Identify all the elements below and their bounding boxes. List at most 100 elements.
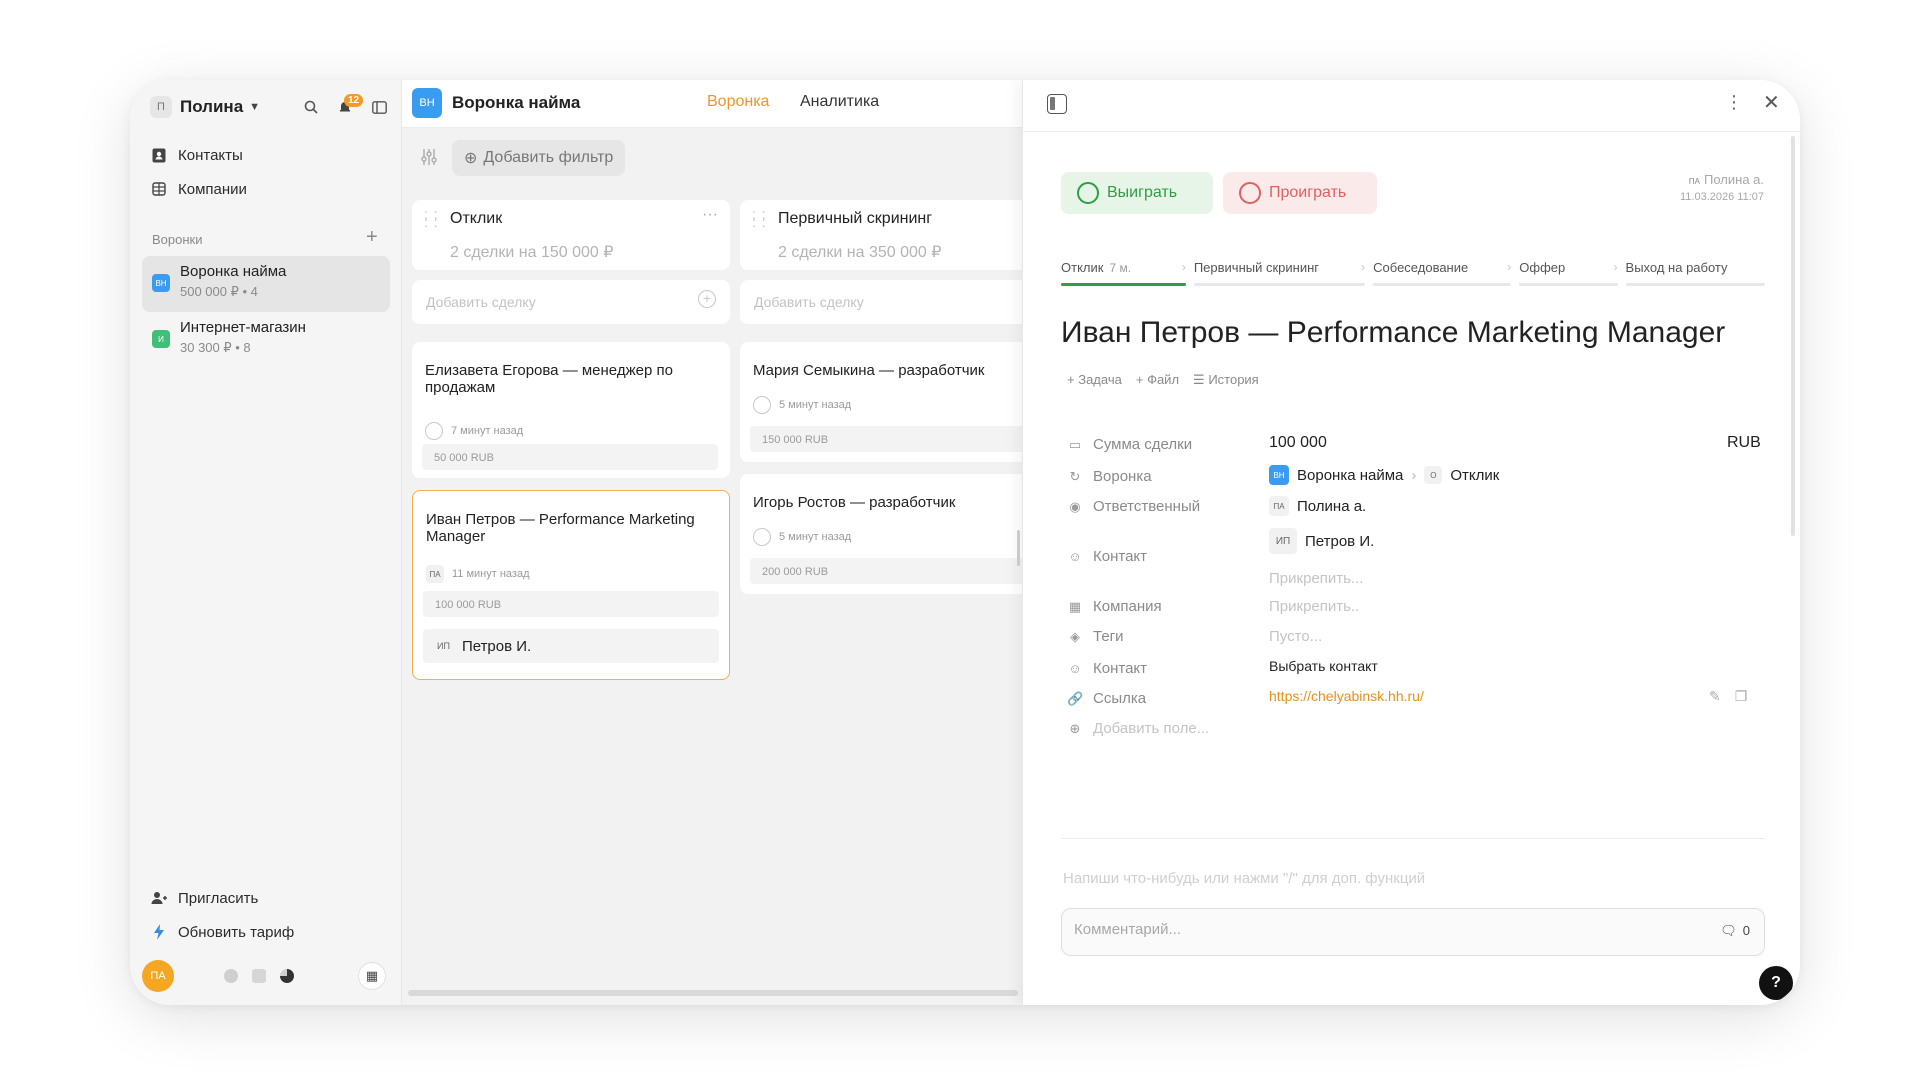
stage-response[interactable]: Отклик 7 м. › xyxy=(1061,256,1194,286)
sidebar-item-funnel-shop[interactable]: И Интернет-магазин 30 300 ₽ • 8 xyxy=(142,312,390,368)
drag-handle-icon[interactable]: : :: : xyxy=(752,207,767,229)
add-deal-button[interactable]: Добавить сделку xyxy=(740,280,1058,324)
close-icon[interactable]: ✕ xyxy=(1763,90,1780,115)
funnel-value[interactable]: ВН Воронка найма › О Отклик xyxy=(1269,465,1499,485)
deal-card[interactable]: Мария Семыкина — разработчик 5 минут наз… xyxy=(740,342,1058,462)
contact-initials: ИП xyxy=(437,641,450,651)
deal-card-contact[interactable]: ИП Петров И. xyxy=(423,629,719,663)
column-header: : :: : Отклик ··· 2 сделки на 150 000 ₽ xyxy=(412,200,730,270)
chevron-right-icon: › xyxy=(1613,260,1618,274)
history-button[interactable]: ☰ История xyxy=(1193,372,1259,388)
check-icon[interactable] xyxy=(224,969,238,983)
add-deal-button[interactable]: Добавить сделку + xyxy=(412,280,730,324)
help-button[interactable]: ? xyxy=(1759,966,1793,1000)
avatar[interactable]: ПА xyxy=(142,960,174,992)
funnel-name: Воронка найма xyxy=(1297,466,1404,484)
sidebar-item-contacts[interactable]: Контакты xyxy=(150,140,390,170)
stage-interview[interactable]: Собеседование › xyxy=(1373,256,1519,286)
upgrade-plan-link[interactable]: Обновить тариф xyxy=(150,920,294,944)
app-window: П Полина ▼ 12 Контакты Компании Воронки … xyxy=(130,80,1800,1005)
workspace-avatar: П xyxy=(150,96,172,118)
amount-value[interactable]: 100 000 xyxy=(1269,434,1327,452)
circle-icon xyxy=(1077,182,1099,204)
deal-card-time: 11 минут назад xyxy=(452,568,530,580)
attach-contact-link[interactable]: Прикрепить... xyxy=(1269,570,1363,587)
lose-label: Проиграть xyxy=(1269,184,1347,201)
board-title: Воронка найма xyxy=(452,93,581,112)
invite-link[interactable]: Пригласить xyxy=(150,886,258,910)
deal-card-selected[interactable]: Иван Петров — Performance Marketing Mana… xyxy=(412,490,730,680)
comments-icon: 🗨 xyxy=(1720,923,1737,938)
invite-label: Пригласить xyxy=(178,889,259,907)
tab-analytics[interactable]: Аналитика xyxy=(800,93,879,111)
chevron-right-icon: › xyxy=(1411,466,1417,484)
comment-box: 🗨 0 xyxy=(1061,908,1765,956)
field-label-text: Контакт xyxy=(1093,548,1148,565)
field-label-text: Ссылка xyxy=(1093,690,1147,707)
deal-card-time: 5 минут назад xyxy=(779,531,852,543)
bell-icon[interactable]: 12 xyxy=(334,94,364,118)
tags-value[interactable]: Пусто... xyxy=(1269,628,1322,645)
search-icon[interactable] xyxy=(300,96,322,118)
funnel-name: Интернет-магазин xyxy=(180,319,306,336)
sidebar-toggle-icon[interactable] xyxy=(368,96,390,118)
workspace-switcher[interactable]: П Полина ▼ 12 xyxy=(150,92,390,122)
deal-card-meta: 5 минут назад xyxy=(753,528,851,546)
stage-offer[interactable]: Оффер › xyxy=(1519,256,1625,286)
circle-icon xyxy=(1239,182,1261,204)
win-button[interactable]: Выиграть xyxy=(1061,172,1213,214)
field-contact-2: ☺ Контакт xyxy=(1067,660,1147,677)
deal-card[interactable]: Елизавета Егорова — менеджер по продажам… xyxy=(412,342,730,478)
notes-editor[interactable]: Напиши что-нибудь или нажми "/" для доп.… xyxy=(1063,870,1425,887)
detail-topbar: ⋮ ✕ xyxy=(1023,80,1800,132)
deal-card[interactable]: Игорь Ростов — разработчик 5 минут назад… xyxy=(740,474,1058,594)
funnel-badge: И xyxy=(152,330,170,348)
divider xyxy=(1061,838,1765,839)
panel-layout-icon[interactable] xyxy=(1047,94,1067,114)
copy-icon[interactable]: ❐ xyxy=(1735,688,1748,705)
document-icon[interactable] xyxy=(252,969,266,983)
field-label-text: Сумма сделки xyxy=(1093,436,1193,453)
field-label-text: Теги xyxy=(1093,628,1124,645)
pie-chart-icon[interactable] xyxy=(280,969,294,983)
contact-name: Петров И. xyxy=(1305,532,1375,550)
lose-button[interactable]: Проиграть xyxy=(1223,172,1377,214)
add-funnel-button[interactable]: + xyxy=(366,226,378,249)
link-icon: 🔗 xyxy=(1067,690,1084,706)
link-value[interactable]: https://chelyabinsk.hh.ru/ xyxy=(1269,688,1424,704)
owner-value[interactable]: ПА Полина а. xyxy=(1269,496,1366,516)
building-icon: ▦ xyxy=(1068,598,1082,614)
more-icon[interactable]: ··· xyxy=(702,206,718,224)
kanban-board: ВН Воронка найма Воронка Аналитика ⊕ Доб… xyxy=(402,80,1058,1005)
more-vertical-icon[interactable]: ⋮ xyxy=(1725,92,1743,113)
add-filter-button[interactable]: ⊕ Добавить фильтр xyxy=(452,140,626,176)
sliders-icon[interactable] xyxy=(420,148,438,171)
deal-title[interactable]: Иван Петров — Performance Marketing Mana… xyxy=(1061,316,1725,350)
column-header: : :: : Первичный скрининг 2 сделки на 35… xyxy=(740,200,1058,270)
contact-value[interactable]: ИП Петров И. xyxy=(1269,528,1374,554)
horizontal-scrollbar[interactable] xyxy=(408,990,1018,996)
stage-onboarding[interactable]: Выход на работу xyxy=(1625,256,1765,286)
tag-icon: ◈ xyxy=(1070,628,1080,644)
stage-duration: 7 м. xyxy=(1109,261,1132,275)
calendar-icon[interactable]: ▦ xyxy=(358,962,386,990)
user-circle-icon xyxy=(753,396,771,414)
add-field-button[interactable]: ⊕ Добавить поле... xyxy=(1067,720,1210,737)
sidebar-item-funnel-hiring[interactable]: ВН Воронка найма 500 000 ₽ • 4 xyxy=(142,256,390,312)
edit-icon[interactable]: ✎ xyxy=(1709,688,1721,705)
panel-resize-handle[interactable] xyxy=(1017,530,1020,566)
chevron-right-icon: › xyxy=(1181,260,1186,274)
vertical-scrollbar[interactable] xyxy=(1791,136,1795,536)
currency-value[interactable]: RUB xyxy=(1727,434,1761,452)
stage-screening[interactable]: Первичный скрининг › xyxy=(1193,256,1373,286)
add-file-button[interactable]: + Файл xyxy=(1136,372,1179,388)
comment-input[interactable] xyxy=(1074,921,1674,938)
tab-funnel[interactable]: Воронка xyxy=(707,93,769,111)
comment-count[interactable]: 🗨 0 xyxy=(1720,923,1750,939)
select-contact-button[interactable]: Выбрать контакт xyxy=(1269,658,1378,674)
add-task-button[interactable]: + Задача xyxy=(1067,372,1122,388)
attach-company-link[interactable]: Прикрепить.. xyxy=(1269,598,1359,615)
drag-handle-icon[interactable]: : :: : xyxy=(424,207,439,229)
field-label-text: Контакт xyxy=(1093,660,1148,677)
sidebar-item-companies[interactable]: Компании xyxy=(150,174,390,204)
